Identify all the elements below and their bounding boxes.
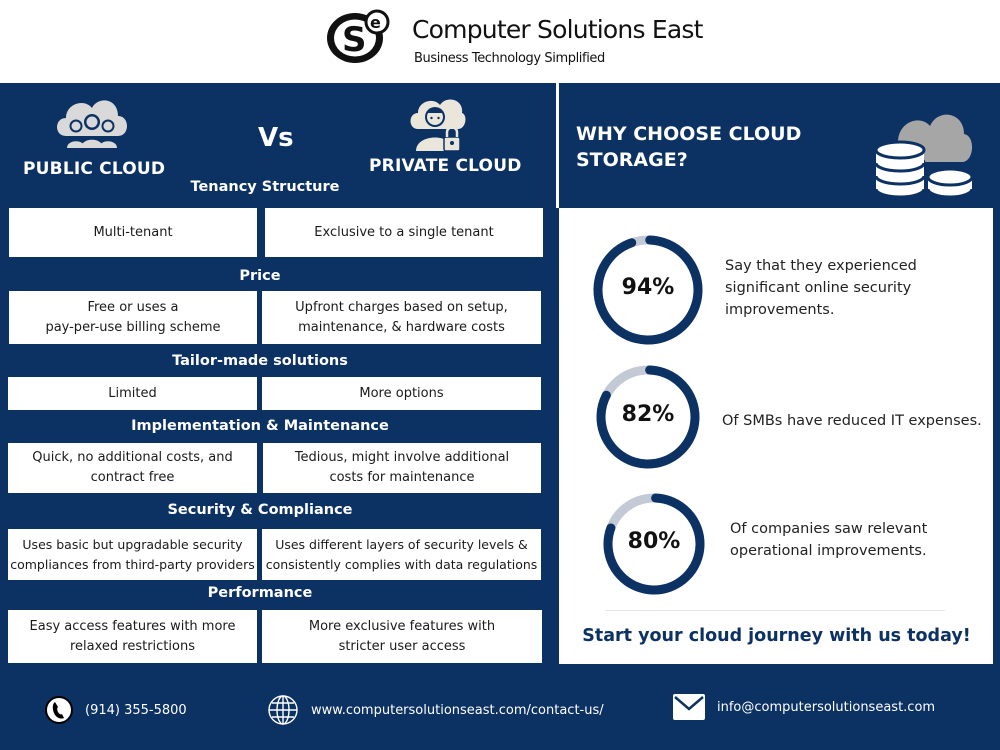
public-cell-performance: Easy access features with more relaxed r… xyxy=(8,610,257,663)
stat-value: 94% xyxy=(621,275,675,300)
svg-text:S: S xyxy=(342,20,367,60)
email-link[interactable]: info@computersolutionseast.com xyxy=(717,700,935,715)
svg-text:e: e xyxy=(370,13,381,32)
panel-divider xyxy=(556,83,559,208)
private-cell-tailor-made: More options xyxy=(262,377,541,410)
private-cell-performance: More exclusive features with stricter us… xyxy=(262,610,542,663)
row-label-security: Security & Compliance xyxy=(167,502,353,518)
private-cell-implementation: Tedious, might involve additional costs … xyxy=(263,443,541,493)
cloud-users-icon xyxy=(57,100,127,148)
footer-email[interactable]: info@computersolutionseast.com xyxy=(673,692,935,722)
globe-icon xyxy=(268,695,298,725)
vs-label: Vs xyxy=(258,123,294,153)
cse-logo-icon: S e xyxy=(327,9,390,63)
row-label-price: Price xyxy=(239,268,281,284)
public-cell-implementation: Quick, no additional costs, and contract… xyxy=(8,443,257,493)
cloud-user-lock-icon xyxy=(410,99,466,152)
footer-phone[interactable]: (914) 355-5800 xyxy=(45,695,187,725)
row-label-implementation: Implementation & Maintenance xyxy=(131,418,389,434)
private-cell-price: Upfront charges based on setup, maintena… xyxy=(262,291,541,344)
envelope-icon xyxy=(673,694,705,720)
private-cell-tenancy: Exclusive to a single tenant xyxy=(265,208,543,257)
row-label-tailor-made: Tailor-made solutions xyxy=(172,353,348,369)
private-cloud-title: PRIVATE CLOUD xyxy=(369,156,522,176)
comparison-panel: PUBLIC CLOUD Vs PRIVATE CLOUD Tenancy St… xyxy=(0,83,556,665)
phone-icon xyxy=(45,696,73,724)
private-cell-security: Uses different layers of security levels… xyxy=(262,529,541,580)
public-cell-tailor-made: Limited xyxy=(8,377,257,410)
brand-name: Computer Solutions East xyxy=(412,15,703,44)
stat-description: Of companies saw relevant operational im… xyxy=(730,521,928,559)
public-cell-price: Free or uses a pay-per-use billing schem… xyxy=(9,291,257,344)
stat-description: Of SMBs have reduced IT expenses. xyxy=(722,413,982,429)
cta-text[interactable]: Start your cloud journey with us today! xyxy=(560,626,993,646)
why-cloud-title: WHY CHOOSE CLOUD STORAGE? xyxy=(576,123,802,171)
stats-divider xyxy=(605,610,945,611)
public-cell-security: Uses basic but upgradable security compl… xyxy=(8,529,257,580)
stat-value: 80% xyxy=(627,529,681,554)
header: S e Computer Solutions East Business Tec… xyxy=(0,0,1000,83)
footer-website[interactable]: www.computersolutionseast.com/contact-us… xyxy=(267,695,604,725)
brand-tagline: Business Technology Simplified xyxy=(414,51,605,66)
stat-description: Say that they experienced significant on… xyxy=(725,258,917,318)
phone-number[interactable]: (914) 355-5800 xyxy=(85,703,187,718)
website-link[interactable]: www.computersolutionseast.com/contact-us… xyxy=(311,703,604,718)
stat-value: 82% xyxy=(621,402,675,427)
row-label-performance: Performance xyxy=(207,585,313,601)
public-cloud-title: PUBLIC CLOUD xyxy=(23,159,166,179)
row-label-tenancy: Tenancy Structure xyxy=(190,179,340,195)
cloud-storage-database-icon xyxy=(874,114,974,198)
public-cell-tenancy: Multi-tenant xyxy=(9,208,257,257)
